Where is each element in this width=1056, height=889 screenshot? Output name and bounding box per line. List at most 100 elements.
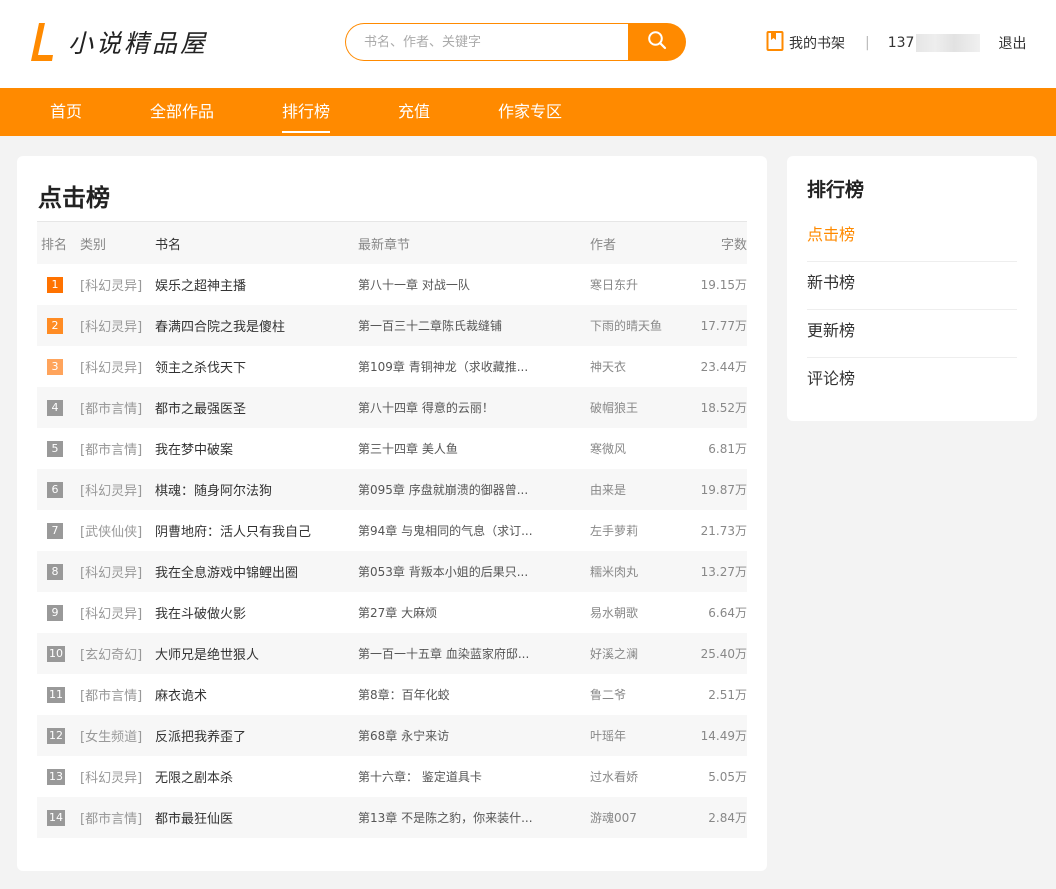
rank-badge: 4: [47, 399, 63, 416]
category-cell[interactable]: [科幻灵异]: [80, 603, 155, 622]
word-count-cell: 6.64万: [708, 606, 747, 620]
rank-cell: 11: [37, 686, 80, 703]
latest-chapter-link[interactable]: 第八十四章 得意的云丽！: [358, 399, 590, 416]
author-cell: 易水朝歌: [590, 606, 639, 620]
book-name-link[interactable]: 春满四合院之我是傻柱: [155, 316, 358, 335]
site-logo[interactable]: 小说精品屋: [28, 20, 208, 64]
rank-badge: 13: [47, 768, 65, 785]
table-row: 3 [科幻灵异] 领主之杀伐天下 第109章 青铜神龙（求收藏推... 神天衣 23.44…: [37, 346, 747, 387]
side-item-new-books[interactable]: 新书榜: [807, 262, 1017, 310]
table-row: 10 [玄幻奇幻] 大师兄是绝世狠人 第一百一十五章 血染蓝家府邸... 好溪之澜 25.…: [37, 633, 747, 674]
nav-rankings[interactable]: 排行榜: [282, 88, 331, 136]
word-count-cell: 6.81万: [708, 442, 747, 456]
latest-chapter-link[interactable]: 第13章 不是陈之豹，你来装什...: [358, 809, 590, 826]
header-chapter: 最新章节: [358, 237, 411, 253]
book-name-link[interactable]: 都市之最强医圣: [155, 398, 358, 417]
author-cell: 游魂007: [590, 811, 637, 825]
header-divider: |: [865, 35, 870, 51]
table-row: 1 [科幻灵异] 娱乐之超神主播 第八十一章 对战一队 寒日东升 19.15万: [37, 264, 747, 305]
header-rank: 排名: [41, 237, 68, 253]
latest-chapter-link[interactable]: 第053章 背叛本小姐的后果只...: [358, 563, 590, 580]
latest-chapter-link[interactable]: 第三十四章 美人鱼: [358, 440, 590, 457]
word-count-cell: 17.77万: [700, 319, 747, 333]
nav-all-works[interactable]: 全部作品: [150, 88, 214, 136]
author-cell: 由来是: [590, 483, 627, 497]
header-words: 字数: [720, 237, 747, 253]
book-name-link[interactable]: 都市最狂仙医: [155, 808, 358, 827]
search-bar: [345, 23, 686, 61]
book-name-link[interactable]: 领主之杀伐天下: [155, 357, 358, 376]
ranking-panel: 点击榜 排名 类别 书名 最新章节 作者 字数 1 [科幻灵异] 娱乐之超神主播 第八…: [17, 156, 767, 871]
word-count-cell: 5.05万: [708, 770, 747, 784]
category-cell[interactable]: [都市言情]: [80, 685, 155, 704]
latest-chapter-link[interactable]: 第八十一章 对战一队: [358, 276, 590, 293]
site-header: 小说精品屋 我的书架 | 137: [0, 0, 1056, 88]
author-cell: 破帽狼王: [590, 401, 639, 415]
latest-chapter-link[interactable]: 第8章：百年化蛟: [358, 686, 590, 703]
rank-badge: 8: [47, 563, 63, 580]
book-name-link[interactable]: 我在梦中破案: [155, 439, 358, 458]
side-item-click-rank[interactable]: 点击榜: [807, 214, 1017, 262]
latest-chapter-link[interactable]: 第109章 青铜神龙（求收藏推...: [358, 358, 590, 375]
category-cell[interactable]: [科幻灵异]: [80, 357, 155, 376]
word-count-cell: 19.15万: [700, 278, 747, 292]
rank-cell: 10: [37, 645, 80, 662]
nav-author-zone[interactable]: 作家专区: [498, 88, 562, 136]
rank-cell: 4: [37, 399, 80, 416]
book-name-link[interactable]: 娱乐之超神主播: [155, 275, 358, 294]
book-name-link[interactable]: 我在斗破做火影: [155, 603, 358, 622]
rank-cell: 7: [37, 522, 80, 539]
book-name-link[interactable]: 大师兄是绝世狠人: [155, 644, 358, 663]
rank-badge: 10: [47, 645, 65, 662]
rank-badge: 3: [47, 358, 63, 375]
side-item-updates[interactable]: 更新榜: [807, 310, 1017, 358]
latest-chapter-link[interactable]: 第68章 永宁来访: [358, 727, 590, 744]
latest-chapter-link[interactable]: 第27章 大麻烦: [358, 604, 590, 621]
latest-chapter-link[interactable]: 第94章 与鬼相同的气息（求订...: [358, 522, 590, 539]
rank-badge: 9: [47, 604, 63, 621]
nav-recharge[interactable]: 充值: [398, 88, 430, 136]
category-cell[interactable]: [科幻灵异]: [80, 480, 155, 499]
latest-chapter-link[interactable]: 第095章 序盘就崩溃的御器曾...: [358, 481, 590, 498]
rank-cell: 6: [37, 481, 80, 498]
category-cell[interactable]: [玄幻奇幻]: [80, 644, 155, 663]
word-count-cell: 19.87万: [700, 483, 747, 497]
book-name-link[interactable]: 棋魂：随身阿尔法狗: [155, 480, 358, 499]
category-cell[interactable]: [科幻灵异]: [80, 767, 155, 786]
latest-chapter-link[interactable]: 第一百三十二章陈氏裁缝铺: [358, 317, 590, 334]
logout-link[interactable]: 退出: [998, 33, 1026, 53]
latest-chapter-link[interactable]: 第一百一十五章 血染蓝家府邸...: [358, 645, 590, 662]
table-row: 11 [都市言情] 麻衣诡术 第8章：百年化蛟 鲁二爷 2.51万: [37, 674, 747, 715]
author-cell: 过水看娇: [590, 770, 639, 784]
author-cell: 寒日东升: [590, 278, 639, 292]
category-cell[interactable]: [都市言情]: [80, 398, 155, 417]
nav-home[interactable]: 首页: [50, 88, 82, 136]
rank-cell: 5: [37, 440, 80, 457]
category-cell[interactable]: [女生频道]: [80, 726, 155, 745]
category-cell[interactable]: [科幻灵异]: [80, 316, 155, 335]
author-cell: 下雨的晴天鱼: [590, 319, 663, 333]
user-account[interactable]: 137: [888, 34, 981, 52]
book-name-link[interactable]: 阴曹地府：活人只有我自己: [155, 521, 358, 540]
category-cell[interactable]: [都市言情]: [80, 439, 155, 458]
category-cell[interactable]: [武侠仙侠]: [80, 521, 155, 540]
author-cell: 左手萝莉: [590, 524, 639, 538]
table-row: 2 [科幻灵异] 春满四合院之我是傻柱 第一百三十二章陈氏裁缝铺 下雨的晴天鱼 17.77…: [37, 305, 747, 346]
category-cell[interactable]: [科幻灵异]: [80, 275, 155, 294]
book-name-link[interactable]: 麻衣诡术: [155, 685, 358, 704]
author-cell: 好溪之澜: [590, 647, 639, 661]
category-cell[interactable]: [科幻灵异]: [80, 562, 155, 581]
book-name-link[interactable]: 我在全息游戏中锦鲤出圈: [155, 562, 358, 581]
bookshelf-link[interactable]: 我的书架: [766, 31, 845, 55]
book-name-link[interactable]: 反派把我养歪了: [155, 726, 358, 745]
side-item-comments[interactable]: 评论榜: [807, 358, 1017, 406]
search-input[interactable]: [345, 23, 628, 61]
rank-badge: 2: [47, 317, 63, 334]
category-cell[interactable]: [都市言情]: [80, 808, 155, 827]
rank-cell: 1: [37, 276, 80, 293]
search-button[interactable]: [628, 23, 686, 61]
table-row: 14 [都市言情] 都市最狂仙医 第13章 不是陈之豹，你来装什... 游魂007 2.8…: [37, 797, 747, 838]
author-cell: 叶瑶年: [590, 729, 627, 743]
book-name-link[interactable]: 无限之剧本杀: [155, 767, 358, 786]
latest-chapter-link[interactable]: 第十六章： 鉴定道具卡: [358, 768, 590, 785]
